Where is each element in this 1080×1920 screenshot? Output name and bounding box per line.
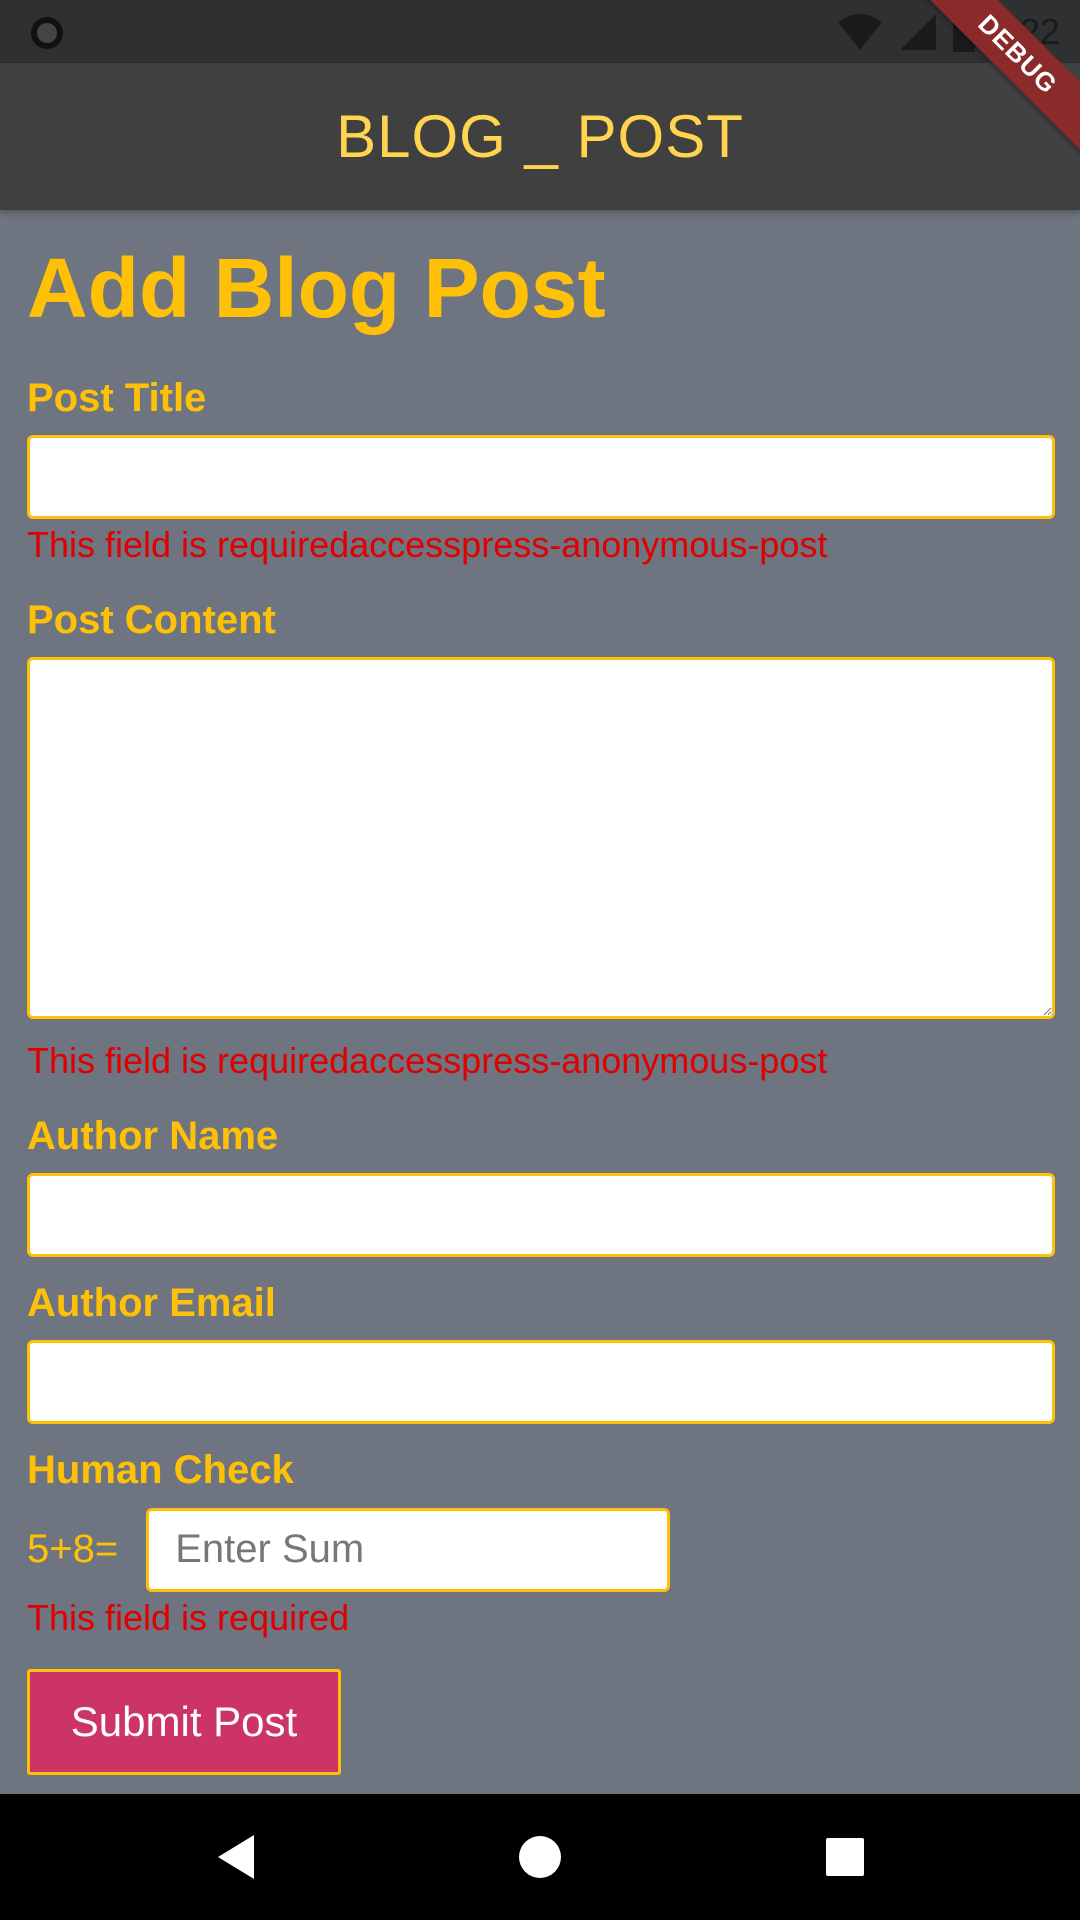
author-email-input[interactable]: [27, 1339, 1055, 1424]
back-icon: [218, 1835, 254, 1879]
blog-post-form: Add Blog Post Post Title This field is r…: [27, 210, 1055, 1776]
post-title-input[interactable]: [27, 434, 1055, 519]
cellular-signal-icon: [899, 14, 936, 50]
page-title: Add Blog Post: [27, 241, 606, 335]
app-bar: BLOG _ POST: [0, 63, 1080, 210]
author-name-input[interactable]: [27, 1172, 1055, 1257]
navigation-bar: [0, 1794, 1080, 1920]
post-content-label: Post Content: [27, 597, 276, 642]
post-content-error: This field is requiredaccesspress-anonym…: [27, 1039, 828, 1081]
post-title-label: Post Title: [27, 375, 207, 420]
app-title: BLOG _ POST: [336, 103, 744, 170]
recents-icon: [826, 1838, 864, 1876]
human-check-question: 5+8=: [27, 1527, 119, 1572]
human-check-row: 5+8=: [27, 1507, 1055, 1592]
post-title-error: This field is requiredaccesspress-anonym…: [27, 523, 828, 565]
status-bar: 5:22: [0, 0, 1080, 63]
human-check-sum-input[interactable]: [146, 1507, 671, 1592]
author-name-label: Author Name: [27, 1113, 279, 1158]
notification-icon: [31, 17, 63, 49]
wifi-icon: [837, 14, 882, 50]
author-email-label: Author Email: [27, 1280, 276, 1325]
recents-button[interactable]: [820, 1832, 870, 1882]
submit-post-button[interactable]: Submit Post: [27, 1669, 341, 1776]
home-button[interactable]: [515, 1832, 565, 1882]
human-check-error: This field is required: [27, 1596, 350, 1638]
back-button[interactable]: [211, 1832, 261, 1882]
home-icon: [519, 1836, 561, 1878]
post-content-textarea[interactable]: [27, 656, 1055, 1019]
human-check-label: Human Check: [27, 1447, 294, 1492]
